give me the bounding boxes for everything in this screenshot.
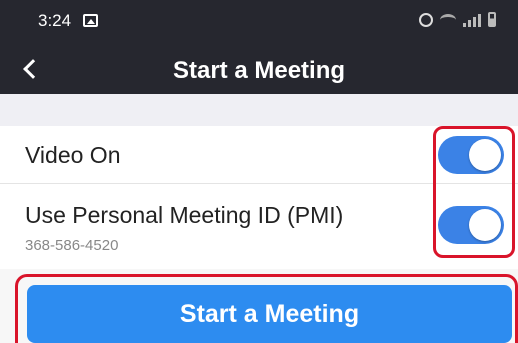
nav-bar: Start a Meeting (0, 43, 518, 94)
status-icons (419, 12, 496, 27)
gallery-notification-icon (83, 14, 98, 27)
page-title: Start a Meeting (172, 57, 346, 84)
wifi-icon (440, 13, 456, 26)
status-time: 3:24 (38, 11, 72, 30)
signal-icon (463, 13, 481, 27)
pmi-meeting-id: 368-586-4520 (25, 237, 119, 254)
alarm-icon (419, 12, 433, 27)
start-button-highlight (15, 274, 518, 343)
battery-icon (488, 12, 496, 27)
toggles-highlight (433, 126, 515, 258)
section-spacer (0, 94, 518, 126)
pmi-label: Use Personal Meeting ID (PMI) (25, 202, 344, 228)
video-on-label: Video On (25, 142, 121, 168)
status-bar: 3:24 (0, 0, 518, 43)
